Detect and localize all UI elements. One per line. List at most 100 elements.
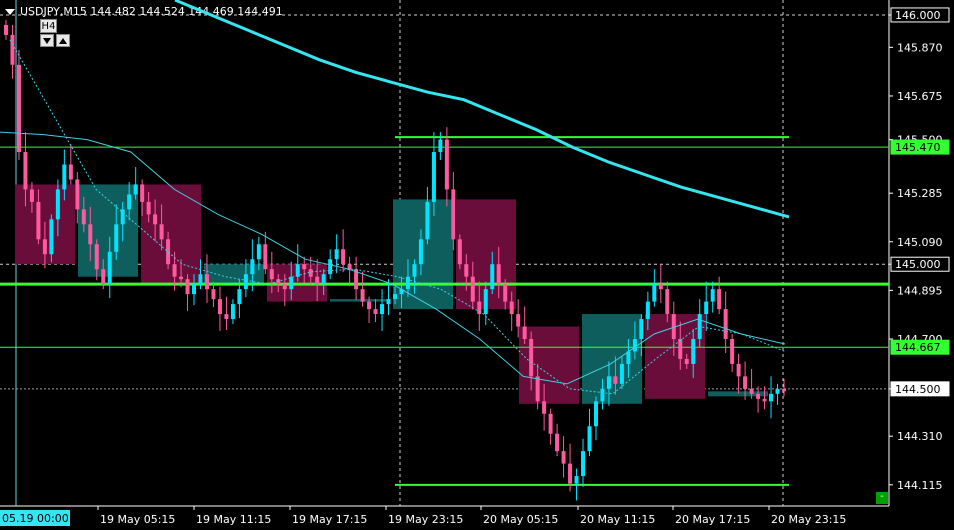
m15-body-84 <box>548 413 553 434</box>
m15-candle-10 <box>68 144 73 185</box>
m15-body-116 <box>756 393 761 399</box>
m15-candle-120 <box>782 378 786 397</box>
m15-body-74 <box>483 289 488 315</box>
m15-body-109 <box>710 289 715 302</box>
m15-body-20 <box>133 184 138 195</box>
x-tick-label-6: 20 May 17:15 <box>675 513 750 526</box>
m15-body-93 <box>606 376 611 389</box>
m15-candle-70 <box>457 234 462 270</box>
m15-body-65 <box>425 201 430 240</box>
m15-candle-2 <box>16 49 21 161</box>
m15-candle-110 <box>717 276 722 315</box>
crosshair-time-label: 05.19 00:00 <box>2 512 69 525</box>
m15-body-8 <box>55 189 60 220</box>
m15-body-60 <box>393 294 397 300</box>
m15-body-75 <box>490 264 495 290</box>
m15-body-118 <box>769 393 774 402</box>
m15-body-52 <box>341 249 346 265</box>
m15-body-3 <box>23 152 28 190</box>
m15-body-40 <box>263 244 268 270</box>
x-tick-label-4: 20 May 05:15 <box>483 513 558 526</box>
m15-body-119 <box>775 388 780 394</box>
m15-body-64 <box>418 239 423 265</box>
m15-body-102 <box>665 289 670 315</box>
m15-body-5 <box>36 201 41 240</box>
m15-candle-80 <box>522 306 527 344</box>
m15-body-81 <box>529 338 534 377</box>
m15-body-108 <box>704 301 709 315</box>
m15-body-31 <box>204 274 209 290</box>
m15-body-49 <box>321 274 326 285</box>
m15-body-1 <box>10 34 15 65</box>
m15-body-51 <box>334 249 339 260</box>
m15-body-25 <box>166 239 171 265</box>
m15-candle-57 <box>373 299 378 323</box>
m15-candle-28 <box>185 274 190 312</box>
m15-candle-100 <box>652 269 657 307</box>
price-label-0: 146.000 <box>895 9 941 22</box>
chart-shift-icon[interactable]: - <box>876 492 888 504</box>
h4-candle-9 <box>582 314 642 404</box>
m15-body-33 <box>217 299 222 315</box>
m15-body-82 <box>535 376 540 402</box>
m15-body-24 <box>159 224 164 240</box>
m15-body-36 <box>237 289 242 305</box>
x-tick-label-5: 20 May 11:15 <box>580 513 655 526</box>
m15-body-66 <box>431 152 436 202</box>
m15-body-41 <box>269 269 274 280</box>
m15-body-113 <box>736 363 741 377</box>
h4-candle-3 <box>204 264 264 285</box>
m15-candle-52 <box>341 229 346 273</box>
m15-body-63 <box>412 264 417 277</box>
m15-candle-1 <box>10 24 15 79</box>
m15-body-70 <box>457 239 462 265</box>
m15-candle-0 <box>4 19 8 40</box>
m15-candle-85 <box>555 423 560 457</box>
y-tick-label-2: 145.675 <box>897 90 943 103</box>
m15-body-62 <box>405 276 410 290</box>
m15-candle-109 <box>710 281 715 313</box>
m15-candle-34 <box>224 296 229 331</box>
m15-body-32 <box>211 289 216 300</box>
m15-body-22 <box>146 201 151 215</box>
m15-body-11 <box>75 179 80 210</box>
m15-body-78 <box>509 301 514 315</box>
h4-candle-5 <box>330 299 390 302</box>
m15-candle-111 <box>723 291 728 353</box>
m15-body-15 <box>101 269 106 285</box>
m15-body-117 <box>762 398 767 402</box>
m15-body-26 <box>172 264 177 277</box>
m15-body-29 <box>192 284 197 295</box>
m15-body-105 <box>684 358 689 364</box>
m15-body-88 <box>574 476 579 484</box>
m15-body-85 <box>555 433 560 452</box>
m15-body-34 <box>224 314 229 320</box>
m15-candle-89 <box>581 438 586 488</box>
y-tick-label-1: 145.870 <box>897 41 943 54</box>
m15-body-106 <box>691 338 696 364</box>
y-tick-label-5: 145.090 <box>897 236 943 249</box>
m15-body-14 <box>94 244 99 270</box>
price-label-2: 145.000 <box>895 258 941 271</box>
m15-candle-55 <box>360 271 365 307</box>
y-tick-label-4: 145.285 <box>897 187 943 200</box>
m15-body-91 <box>593 401 598 427</box>
m15-body-99 <box>645 301 650 320</box>
m15-body-46 <box>302 264 307 270</box>
m15-body-27 <box>179 276 184 280</box>
m15-candle-119 <box>775 383 780 405</box>
price-chart[interactable]: 145.870145.675145.500145.285145.090144.8… <box>0 0 954 530</box>
m15-body-19 <box>127 194 132 210</box>
m15-candle-33 <box>217 286 222 332</box>
m15-body-114 <box>743 376 748 389</box>
m15-body-35 <box>230 304 235 320</box>
m15-body-80 <box>522 326 527 339</box>
m15-body-90 <box>587 426 592 452</box>
x-tick-label-1: 19 May 11:15 <box>196 513 271 526</box>
m15-body-0 <box>4 24 8 35</box>
m15-candle-65 <box>425 186 430 245</box>
m15-candle-69 <box>451 171 456 251</box>
h4-candle-8 <box>519 326 579 404</box>
m15-body-94 <box>613 376 618 384</box>
m15-body-10 <box>68 164 73 180</box>
